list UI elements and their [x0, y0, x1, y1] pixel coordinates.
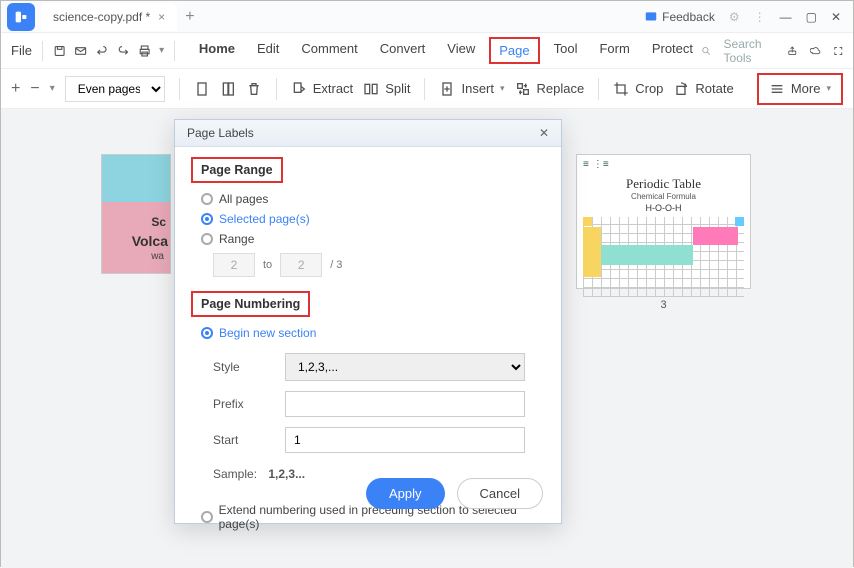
start-input[interactable] [285, 427, 525, 453]
start-label: Start [213, 433, 285, 447]
cloud-icon[interactable] [810, 44, 821, 58]
page-icon-1[interactable] [194, 81, 210, 97]
radio-begin-section[interactable]: Begin new section [201, 323, 545, 343]
page-range-header: Page Range [191, 157, 283, 183]
extract-button[interactable]: Extract [291, 81, 353, 97]
undo-icon[interactable] [95, 42, 108, 60]
page-labels-dialog: Page Labels ✕ Page Range All pages Selec… [174, 119, 562, 524]
page-numbering-header: Page Numbering [191, 291, 310, 317]
document-tab[interactable]: science-copy.pdf * × [41, 3, 177, 31]
periodic-grid [583, 217, 744, 297]
tab-form[interactable]: Form [599, 41, 629, 60]
hamburger-icon: ≡ [583, 159, 589, 170]
tab-protect[interactable]: Protect [652, 41, 693, 60]
delete-icon[interactable] [246, 81, 262, 97]
range-to-label: to [263, 259, 272, 271]
page-icon-2[interactable] [220, 81, 236, 97]
thumb3-formula: H-O-O-H [577, 203, 750, 213]
tab-convert[interactable]: Convert [380, 41, 426, 60]
page-thumb-3[interactable]: ≡ ⋮≡ Periodic Table Chemical Formula H-O… [576, 154, 751, 289]
thumb3-title: Periodic Table [577, 176, 750, 192]
file-menu[interactable]: File [11, 43, 32, 58]
range-from-input[interactable] [213, 253, 255, 277]
print-icon[interactable] [138, 42, 151, 60]
main-tabs: Home Edit Comment Convert View Page Tool… [199, 41, 693, 60]
mail-icon[interactable] [74, 42, 87, 60]
tab-tool[interactable]: Tool [554, 41, 578, 60]
new-tab-button[interactable]: + [185, 8, 194, 26]
dialog-title: Page Labels [187, 126, 254, 140]
prefix-input[interactable] [285, 391, 525, 417]
range-total: / 3 [330, 259, 342, 271]
rotate-button[interactable]: Rotate [673, 81, 733, 97]
prefix-label: Prefix [213, 397, 285, 411]
redo-icon[interactable] [117, 42, 130, 60]
sample-value: 1,2,3... [268, 467, 305, 481]
menubar: File ▾ Home Edit Comment Convert View Pa… [1, 33, 853, 69]
window-maximize[interactable]: ▢ [806, 10, 817, 24]
dialog-close-icon[interactable]: ✕ [539, 126, 549, 140]
canvas-area: Sc Volca wa ≡ ⋮≡ Periodic Table Chemical… [1, 109, 853, 568]
kebab-icon[interactable]: ⋮ [754, 10, 766, 24]
app-icon [7, 3, 35, 31]
window-minimize[interactable]: — [780, 10, 792, 24]
split-button[interactable]: Split [363, 81, 410, 97]
radio-range[interactable]: Range [201, 229, 545, 249]
tab-edit[interactable]: Edit [257, 41, 279, 60]
crop-button[interactable]: Crop [613, 81, 663, 97]
cancel-button[interactable]: Cancel [457, 478, 543, 509]
page-thumb-1[interactable]: Sc Volca wa [101, 154, 171, 274]
tab-comment[interactable]: Comment [301, 41, 357, 60]
page-3-label: 3 [576, 299, 751, 311]
search-icon[interactable] [701, 44, 712, 58]
zoom-in-icon[interactable]: + [11, 80, 20, 98]
tab-home[interactable]: Home [199, 41, 235, 60]
feedback-link[interactable]: Feedback [644, 10, 715, 24]
search-placeholder[interactable]: Search Tools [724, 37, 776, 65]
tab-title: science-copy.pdf * [53, 10, 150, 24]
close-tab-icon[interactable]: × [158, 10, 165, 24]
list-icon: ⋮≡ [593, 159, 609, 170]
tab-page[interactable]: Page [489, 37, 539, 64]
share-icon[interactable] [787, 44, 798, 58]
feedback-icon [644, 10, 658, 24]
zoom-out-icon[interactable]: − [30, 80, 39, 98]
window-close[interactable]: ✕ [831, 10, 841, 24]
save-icon[interactable] [53, 42, 66, 60]
page-selector[interactable]: Even pages [65, 76, 165, 102]
range-to-input[interactable] [280, 253, 322, 277]
page-toolbar: + − ▾ Even pages Extract Split Insert▾ R… [1, 69, 853, 109]
tab-view[interactable]: View [447, 41, 475, 60]
style-label: Style [213, 360, 285, 374]
thumb3-subtitle: Chemical Formula [577, 192, 750, 201]
expand-icon[interactable] [833, 44, 844, 58]
apply-button[interactable]: Apply [366, 478, 445, 509]
settings-icon[interactable]: ⚙ [729, 10, 740, 24]
titlebar: science-copy.pdf * × + Feedback ⚙ ⋮ — ▢ … [1, 1, 853, 33]
more-button[interactable]: More▾ [757, 73, 843, 105]
insert-button[interactable]: Insert▾ [439, 81, 504, 97]
sample-label: Sample: [213, 467, 257, 481]
radio-selected-pages[interactable]: Selected page(s) [201, 209, 545, 229]
replace-button[interactable]: Replace [515, 81, 585, 97]
radio-all-pages[interactable]: All pages [201, 189, 545, 209]
style-select[interactable]: 1,2,3,... [285, 353, 525, 381]
